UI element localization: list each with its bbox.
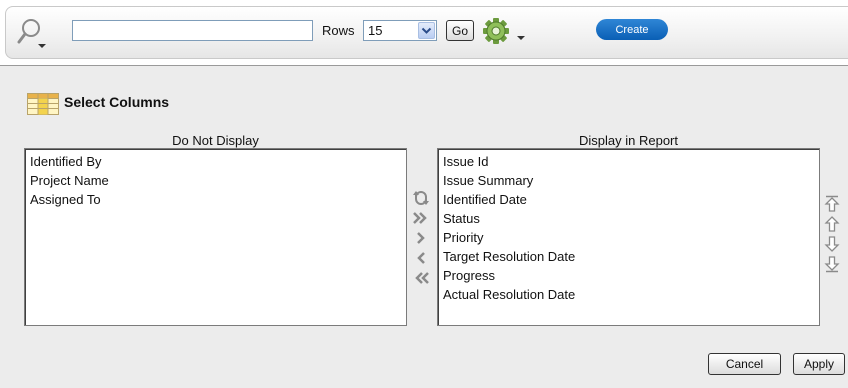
list-item[interactable]: Project Name	[30, 171, 401, 190]
go-button[interactable]: Go	[446, 20, 474, 41]
list-item[interactable]: Identified By	[30, 152, 401, 171]
list-item[interactable]: Target Resolution Date	[443, 247, 814, 266]
move-left-icon[interactable]	[412, 249, 430, 267]
list-item[interactable]: Priority	[443, 228, 814, 247]
actions-gear-icon[interactable]	[483, 14, 539, 48]
do-not-display-heading: Do Not Display	[172, 133, 259, 148]
table-grid-icon	[27, 93, 59, 118]
list-item[interactable]: Status	[443, 209, 814, 228]
panel-title: Select Columns	[64, 94, 170, 110]
move-right-icon[interactable]	[412, 229, 430, 247]
do-not-display-list[interactable]: Identified By Project Name Assigned To	[24, 148, 407, 326]
rows-select[interactable]: 15	[363, 20, 437, 41]
move-all-right-icon[interactable]	[412, 209, 430, 227]
search-input[interactable]	[72, 20, 313, 41]
cancel-button[interactable]: Cancel	[708, 353, 781, 375]
reset-icon[interactable]	[412, 189, 430, 207]
list-item[interactable]: Actual Resolution Date	[443, 285, 814, 304]
chevron-down-icon[interactable]	[418, 22, 435, 39]
list-item[interactable]: Issue Summary	[443, 171, 814, 190]
move-all-left-icon[interactable]	[412, 269, 430, 287]
move-down-icon[interactable]	[823, 235, 841, 253]
search-toolbar: Rows 15 Go Create	[5, 6, 848, 59]
apply-button[interactable]: Apply	[793, 353, 845, 375]
search-menu-icon[interactable]	[16, 17, 50, 51]
display-in-report-heading: Display in Report	[579, 133, 678, 148]
move-bottom-icon[interactable]	[823, 255, 841, 273]
move-top-icon[interactable]	[823, 195, 841, 213]
rows-select-value: 15	[368, 23, 383, 38]
display-in-report-list[interactable]: Issue Id Issue Summary Identified Date S…	[437, 148, 820, 326]
rows-label: Rows	[322, 23, 355, 38]
create-button[interactable]: Create	[596, 19, 668, 40]
move-up-icon[interactable]	[823, 215, 841, 233]
list-item[interactable]: Issue Id	[443, 152, 814, 171]
select-columns-panel: Select Columns Do Not Display Display in…	[0, 65, 848, 388]
list-item[interactable]: Assigned To	[30, 190, 401, 209]
list-item[interactable]: Identified Date	[443, 190, 814, 209]
list-item[interactable]: Progress	[443, 266, 814, 285]
